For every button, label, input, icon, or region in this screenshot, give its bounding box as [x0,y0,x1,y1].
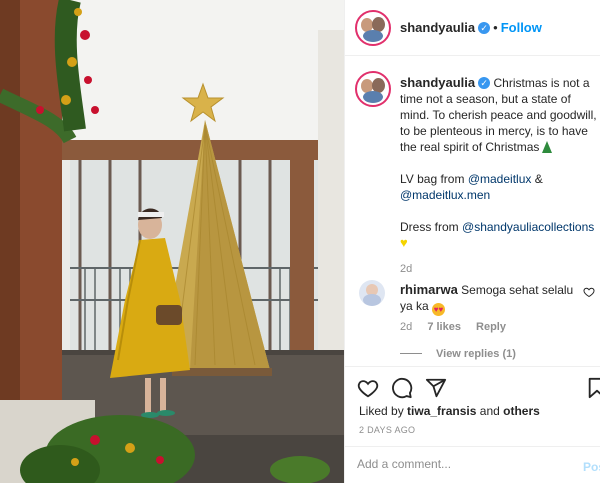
comment-like-icon[interactable] [583,286,595,298]
replies-divider [400,353,422,354]
liked-by-and: and [479,404,500,418]
comment-age[interactable]: 2d [400,321,412,333]
caption-username[interactable]: shandyaulia [400,75,475,90]
separator-dot: • [493,20,498,35]
heart-eyes-emoji-icon: ♥♥ [432,303,446,316]
caption-age[interactable]: 2d [400,261,597,277]
bookmark-icon[interactable] [587,377,600,399]
verified-badge-icon: ✓ [478,22,491,34]
photo-image [0,0,344,483]
avatar-story-ring [355,71,391,107]
avatar-story-ring [355,10,391,46]
liked-by-user[interactable]: tiwa_fransis [407,404,476,418]
comment-avatar[interactable] [359,280,385,306]
post-comment-button[interactable]: Pos [583,460,600,474]
post-header: shandyaulia ✓ • Follow [345,0,600,56]
comment-icon[interactable] [391,377,413,399]
post-photo[interactable] [0,0,344,483]
caption-amp: & [534,172,543,186]
add-comment-bar: Pos [345,446,600,483]
reply-button[interactable]: Reply [476,321,506,333]
liked-by: Liked by tiwa_fransis and others [359,404,540,418]
liked-by-others[interactable]: others [503,404,540,418]
christmas-tree-icon [542,141,553,153]
comment-meta: 2d 7 likes Reply [400,321,518,333]
mention-link[interactable]: @shandyauliacollections [462,220,594,234]
post-date[interactable]: 2 DAYS AGO [359,425,415,435]
caption-text: shandyaulia ✓ Christmas is not a time not… [400,75,597,277]
share-icon[interactable] [425,377,447,399]
comment-likes[interactable]: 7 likes [427,321,461,333]
header-username[interactable]: shandyaulia [400,20,475,35]
comment-username[interactable]: rhimarwa [400,282,458,297]
mention-link[interactable]: @madeitlux [468,172,532,186]
mention-link[interactable]: @madeitlux.men [400,188,490,202]
post-side-panel: shandyaulia ✓ • Follow shandyaulia ✓ Christm… [344,0,600,483]
liked-by-prefix: Liked by [359,404,404,418]
follow-button[interactable]: Follow [501,20,542,35]
verified-badge-icon: ✓ [478,77,491,89]
comment-input[interactable] [357,457,557,471]
view-replies-label: View replies (1) [436,348,516,360]
caption-dress-prefix: Dress from [400,220,459,234]
caption-bag-prefix: LV bag from [400,172,465,186]
action-bar [345,366,600,406]
comment-text: rhimarwa Semoga sehat selalu ya ka ♥♥ [400,282,580,316]
view-replies-button[interactable]: View replies (1) [400,348,516,360]
heart-icon[interactable] [357,377,379,399]
yellow-heart-icon: ♥ [400,235,408,250]
